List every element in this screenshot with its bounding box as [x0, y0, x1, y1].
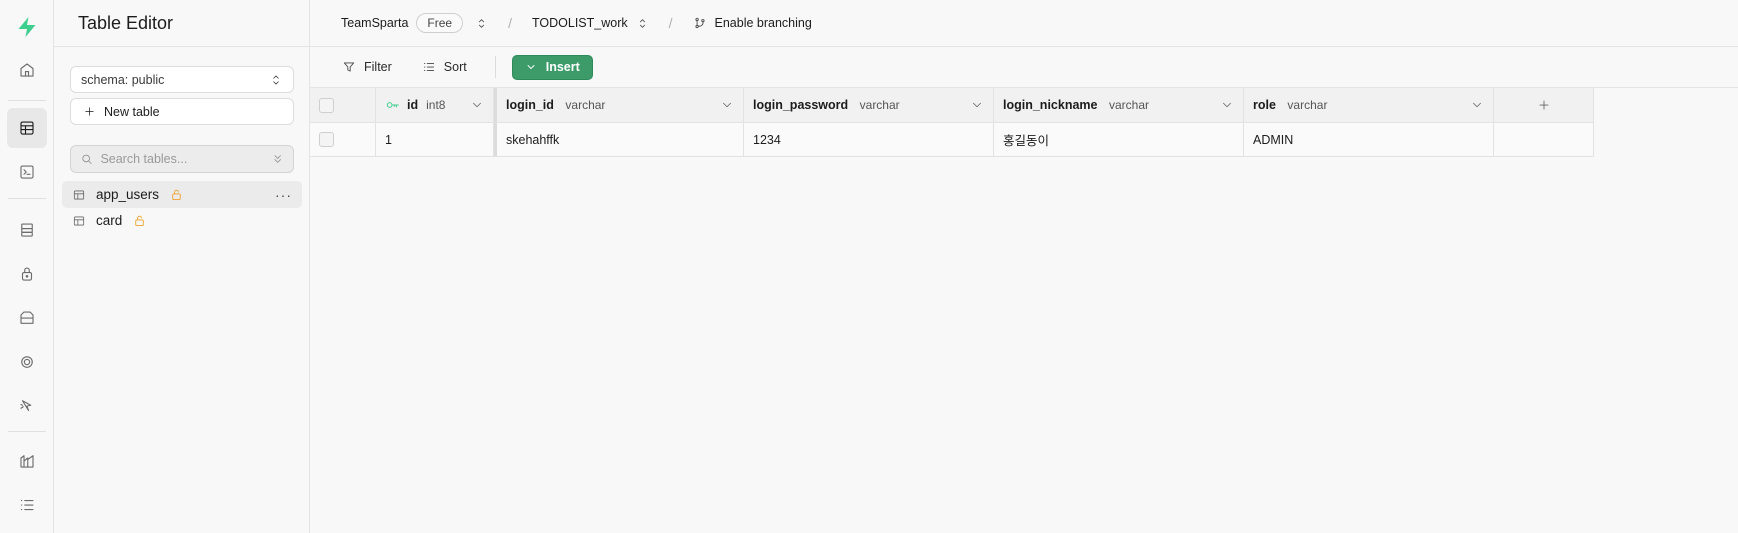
- column-type: varchar: [859, 98, 900, 112]
- database-icon[interactable]: [7, 210, 47, 250]
- storage-icon[interactable]: [7, 298, 47, 338]
- chevron-down-icon[interactable]: [720, 98, 734, 112]
- filter-label: Filter: [364, 60, 392, 74]
- chevron-down-icon[interactable]: [970, 98, 984, 112]
- chevron-down-icon[interactable]: [1470, 98, 1484, 112]
- org-crumb[interactable]: TeamSparta Free: [341, 13, 488, 33]
- sql-editor-icon[interactable]: [7, 152, 47, 192]
- main-panel: TeamSparta Free / TODOLIST_work / Enable…: [310, 0, 1738, 533]
- column-type: varchar: [1108, 98, 1149, 112]
- select-all-checkbox[interactable]: [319, 97, 334, 113]
- schema-select[interactable]: schema: public: [70, 66, 294, 93]
- filter-icon: [343, 62, 355, 72]
- table-row[interactable]: 1 skehahffk 1234 홍길동이 ADMIN: [310, 123, 1594, 157]
- cell-role[interactable]: ADMIN: [1244, 123, 1494, 157]
- column-name: role: [1253, 98, 1276, 112]
- column-header-login-nickname[interactable]: login_nickname varchar: [994, 88, 1244, 123]
- column-name: login_password: [753, 98, 849, 112]
- grid-toolbar: Filter Sort Insert: [310, 47, 1738, 88]
- project-crumb[interactable]: TODOLIST_work: [532, 16, 649, 30]
- table-icon: [73, 190, 85, 199]
- cell-login-password[interactable]: 1234: [744, 123, 994, 157]
- breadcrumb: TeamSparta Free / TODOLIST_work / Enable…: [310, 0, 1738, 47]
- breadcrumb-separator: /: [668, 15, 673, 31]
- column-name: login_id: [506, 98, 554, 112]
- unlock-icon: [172, 189, 181, 200]
- auth-icon[interactable]: [7, 254, 47, 294]
- enable-branching-button[interactable]: Enable branching: [693, 16, 812, 30]
- column-type: int8: [426, 98, 446, 112]
- column-name: login_nickname: [1003, 98, 1098, 112]
- table-icon: [73, 216, 85, 225]
- edge-functions-icon[interactable]: [7, 386, 47, 426]
- grid-header-row: id int8 login_id varchar login_password: [310, 88, 1594, 123]
- rail-divider: [8, 431, 46, 432]
- primary-key-icon: [386, 102, 399, 108]
- column-type: varchar: [1287, 98, 1328, 112]
- chevron-down-icon[interactable]: [1220, 98, 1234, 112]
- project-name: TODOLIST_work: [531, 16, 628, 30]
- cell-login-id[interactable]: skehahffk: [494, 123, 744, 157]
- table-name: app_users: [96, 187, 160, 202]
- column-type: varchar: [565, 98, 606, 112]
- chevron-down-icon: [527, 65, 535, 69]
- page-title: Table Editor: [78, 12, 174, 33]
- row-checkbox[interactable]: [319, 132, 334, 147]
- logs-icon[interactable]: [7, 485, 47, 525]
- home-icon[interactable]: [7, 50, 47, 90]
- new-table-label: New table: [104, 104, 160, 119]
- column-header-id[interactable]: id int8: [376, 88, 494, 123]
- data-grid: id int8 login_id varchar login_password: [310, 88, 1594, 157]
- rail-divider: [8, 100, 46, 101]
- supabase-logo-icon[interactable]: [14, 14, 40, 40]
- schema-select-label: schema: public: [81, 72, 165, 87]
- sort-button[interactable]: Sort: [422, 60, 467, 74]
- plus-icon: [1538, 100, 1549, 110]
- filter-chevrons-icon[interactable]: [271, 152, 284, 166]
- org-name: TeamSparta: [341, 16, 409, 30]
- cell-id[interactable]: 1: [376, 123, 494, 157]
- cell-empty: [1494, 123, 1594, 157]
- filter-button[interactable]: Filter: [342, 60, 392, 74]
- search-icon: [82, 154, 92, 164]
- breadcrumb-separator: /: [508, 15, 512, 31]
- select-all-cell: [310, 88, 376, 123]
- plan-badge: Free: [416, 13, 464, 33]
- enable-branching-label: Enable branching: [714, 16, 812, 30]
- sidebar-item-card[interactable]: card: [62, 207, 302, 234]
- insert-button[interactable]: Insert: [511, 54, 593, 80]
- chevron-updown-icon: [273, 75, 279, 84]
- plus-icon: [85, 107, 94, 116]
- sidebar-header: Table Editor: [54, 0, 309, 47]
- unlock-icon: [135, 215, 144, 226]
- chevron-updown-icon[interactable]: [636, 17, 649, 30]
- realtime-icon[interactable]: [7, 342, 47, 382]
- git-branch-icon: [694, 17, 705, 29]
- chevron-down-icon[interactable]: [470, 98, 484, 112]
- chevron-updown-icon[interactable]: [475, 17, 488, 30]
- new-table-button[interactable]: New table: [70, 98, 294, 125]
- reports-icon[interactable]: [7, 441, 47, 481]
- table-editor-icon[interactable]: [7, 108, 47, 148]
- column-name: id: [407, 98, 419, 112]
- search-tables-box[interactable]: [70, 145, 294, 173]
- more-options-icon[interactable]: ···: [275, 187, 292, 203]
- app-root: Table Editor schema: public New table ap…: [0, 0, 1738, 533]
- column-header-login-password[interactable]: login_password varchar: [744, 88, 994, 123]
- sort-label: Sort: [443, 60, 467, 74]
- table-name: card: [96, 213, 123, 228]
- column-header-role[interactable]: role varchar: [1244, 88, 1494, 123]
- search-tables-input[interactable]: [100, 152, 264, 166]
- sort-list-icon: [423, 63, 434, 71]
- icon-rail: [0, 0, 54, 533]
- cell-login-nickname[interactable]: 홍길동이: [994, 123, 1244, 157]
- table-editor-sidebar: Table Editor schema: public New table ap…: [54, 0, 310, 533]
- column-header-login-id[interactable]: login_id varchar: [494, 88, 744, 123]
- toolbar-divider: [494, 56, 496, 78]
- add-column-button[interactable]: [1494, 88, 1594, 123]
- rail-divider: [8, 198, 46, 199]
- sidebar-item-app-users[interactable]: app_users ···: [62, 181, 302, 208]
- insert-label: Insert: [545, 60, 580, 74]
- row-select-cell: [310, 123, 376, 157]
